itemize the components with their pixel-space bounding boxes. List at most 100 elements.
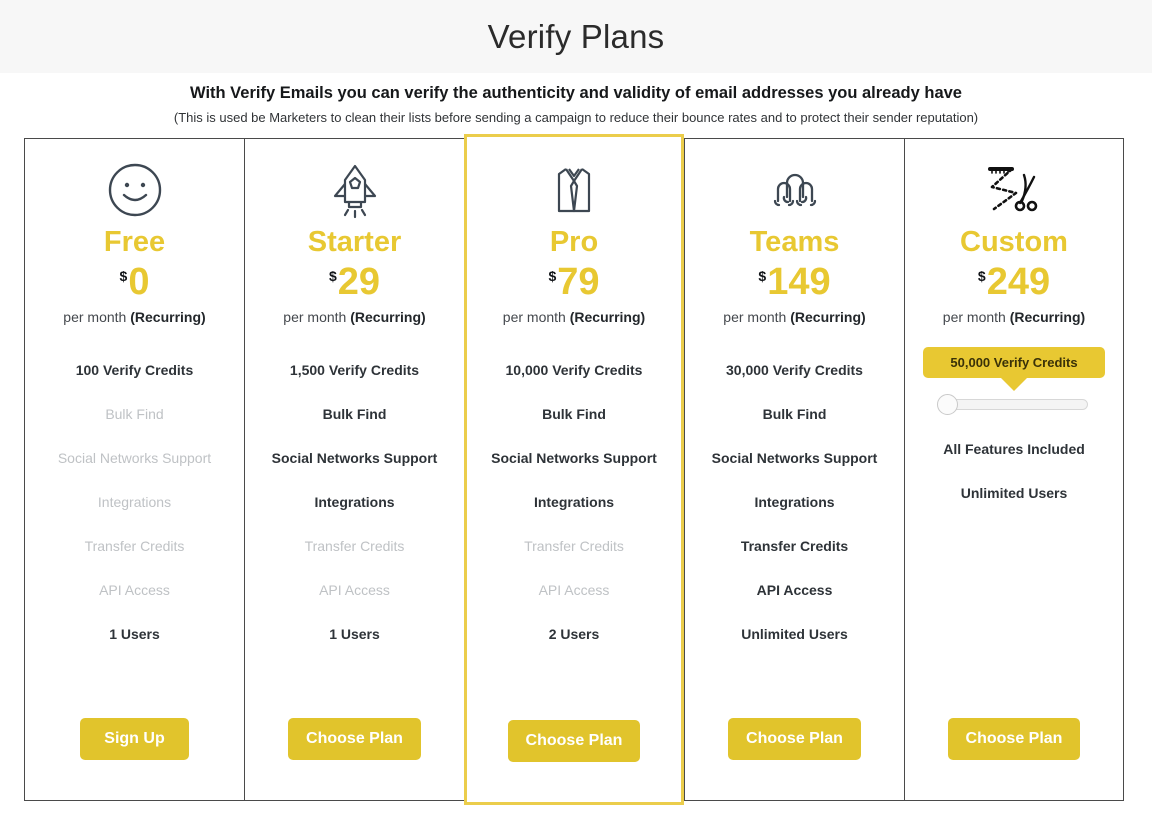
plan-name: Custom (960, 226, 1068, 259)
plan-period: per month (Recurring) (943, 309, 1085, 325)
plan-period: per month (Recurring) (63, 309, 205, 325)
feature-item: Transfer Credits (84, 538, 185, 555)
page-title: Verify Plans (487, 18, 665, 55)
feature-item: Integrations (314, 494, 395, 511)
feature-item: API Access (99, 582, 170, 599)
feature-item: 1 Users (329, 626, 380, 643)
cta-slot: Choose Plan (255, 718, 454, 800)
feature-item: Social Networks Support (711, 450, 878, 467)
feature-item: Integrations (754, 494, 835, 511)
period-bold: (Recurring) (130, 308, 206, 325)
price-value: 0 (128, 260, 150, 303)
choose-plan-button[interactable]: Choose Plan (728, 718, 861, 761)
plan-price: $ 249 (977, 260, 1051, 303)
feature-list: 30,000 Verify Credits Bulk Find Social N… (695, 349, 894, 657)
feature-item: 2 Users (548, 626, 600, 643)
plans-grid: Free $ 0 per month (Recurring) 100 Verif… (24, 134, 1125, 806)
feature-item: Social Networks Support (57, 450, 212, 467)
plan-period: per month (Recurring) (503, 309, 645, 325)
feature-item: 1 Users (109, 626, 160, 643)
feature-item: Transfer Credits (304, 538, 405, 555)
feature-list: 100 Verify Credits Bulk Find Social Netw… (35, 349, 234, 657)
choose-plan-button[interactable]: Choose Plan (507, 720, 641, 763)
tape-measure-scissors-icon (982, 159, 1046, 221)
plan-card-starter[interactable]: Starter $ 29 per month (Recurring) 1,500… (244, 138, 464, 802)
plan-name: Starter (307, 226, 402, 259)
feature-item: Bulk Find (105, 406, 164, 423)
price-value: 249 (986, 260, 1051, 303)
rocket-icon (327, 159, 383, 221)
plan-price: $ 149 (758, 260, 831, 303)
plan-name: Free (103, 226, 166, 259)
cta-slot: Sign Up (35, 718, 234, 800)
page-subnote: (This is used be Marketers to clean thei… (173, 109, 979, 125)
feature-list: 1,500 Verify Credits Bulk Find Social Ne… (255, 349, 454, 657)
slider-thumb[interactable] (937, 393, 958, 415)
shirt-tie-icon (546, 159, 602, 221)
feature-item: Social Networks Support (271, 450, 438, 467)
three-people-icon (764, 159, 826, 221)
credits-slider[interactable] (937, 393, 1088, 415)
cta-slot: Choose Plan (915, 718, 1113, 800)
credits-tooltip: 50,000 Verify Credits (923, 346, 1105, 378)
feature-item: API Access (319, 582, 390, 599)
choose-plan-button[interactable]: Choose Plan (288, 718, 421, 761)
plan-card-custom[interactable]: Custom $ 249 per month (Recurring) 50,00… (904, 138, 1124, 802)
plans-section: Free $ 0 per month (Recurring) 100 Verif… (0, 134, 1152, 827)
feature-item: Integrations (97, 494, 172, 511)
period-prefix: per month (942, 308, 1010, 325)
period-bold: (Recurring) (569, 308, 646, 325)
feature-item: 30,000 Verify Credits (726, 362, 863, 379)
page-subheading: With Verify Emails you can verify the au… (190, 84, 962, 102)
price-value: 29 (337, 260, 381, 303)
feature-item: Bulk Find (542, 406, 606, 423)
feature-item: API Access (756, 582, 833, 599)
period-bold: (Recurring) (790, 308, 866, 325)
page-subheader: With Verify Emails you can verify the au… (0, 73, 1152, 126)
plan-price: $ 29 (328, 260, 381, 303)
currency-symbol: $ (548, 267, 557, 284)
period-prefix: per month (63, 308, 131, 325)
plan-period: per month (Recurring) (723, 309, 865, 325)
period-prefix: per month (723, 308, 791, 325)
sign-up-button[interactable]: Sign Up (80, 718, 189, 761)
feature-item: Unlimited Users (741, 626, 848, 643)
plan-period: per month (Recurring) (283, 309, 425, 325)
price-value: 79 (557, 260, 600, 303)
feature-item: Bulk Find (762, 406, 827, 423)
feature-item: Integrations (533, 494, 615, 511)
plan-card-teams[interactable]: Teams $ 149 per month (Recurring) 30,000… (684, 138, 904, 802)
plan-price: $ 79 (548, 260, 600, 303)
plan-card-pro[interactable]: Pro $ 79 per month (Recurring) 10,000 Ve… (464, 134, 684, 806)
period-prefix: per month (502, 308, 570, 325)
plan-name: Teams (749, 226, 840, 259)
feature-item: Transfer Credits (524, 538, 624, 555)
period-bold: (Recurring) (1009, 308, 1086, 325)
feature-item: Social Networks Support (491, 450, 657, 467)
feature-item: Unlimited Users (960, 485, 1068, 502)
feature-item: 1,500 Verify Credits (289, 362, 420, 379)
plan-card-free[interactable]: Free $ 0 per month (Recurring) 100 Verif… (24, 138, 244, 802)
page-header: Verify Plans (0, 0, 1152, 73)
smiley-face-icon (107, 159, 163, 221)
currency-symbol: $ (328, 267, 337, 284)
feature-item: 10,000 Verify Credits (505, 362, 643, 379)
feature-list: 10,000 Verify Credits Bulk Find Social N… (477, 349, 671, 657)
plan-name: Pro (549, 226, 599, 259)
feature-item: API Access (538, 582, 610, 599)
plan-price: $ 0 (119, 260, 150, 303)
period-bold: (Recurring) (350, 308, 426, 325)
feature-item: Bulk Find (322, 406, 387, 423)
currency-symbol: $ (758, 267, 767, 284)
feature-item: 100 Verify Credits (75, 362, 194, 379)
feature-item: All Features Included (943, 441, 1085, 458)
feature-item: Transfer Credits (740, 538, 849, 555)
cta-slot: Choose Plan (477, 720, 671, 802)
cta-slot: Choose Plan (695, 718, 894, 800)
currency-symbol: $ (119, 267, 128, 284)
period-prefix: per month (283, 308, 351, 325)
price-value: 149 (767, 260, 831, 303)
credits-slider-block: 50,000 Verify Credits (915, 346, 1113, 415)
currency-symbol: $ (977, 267, 986, 284)
choose-plan-button[interactable]: Choose Plan (947, 718, 1081, 761)
